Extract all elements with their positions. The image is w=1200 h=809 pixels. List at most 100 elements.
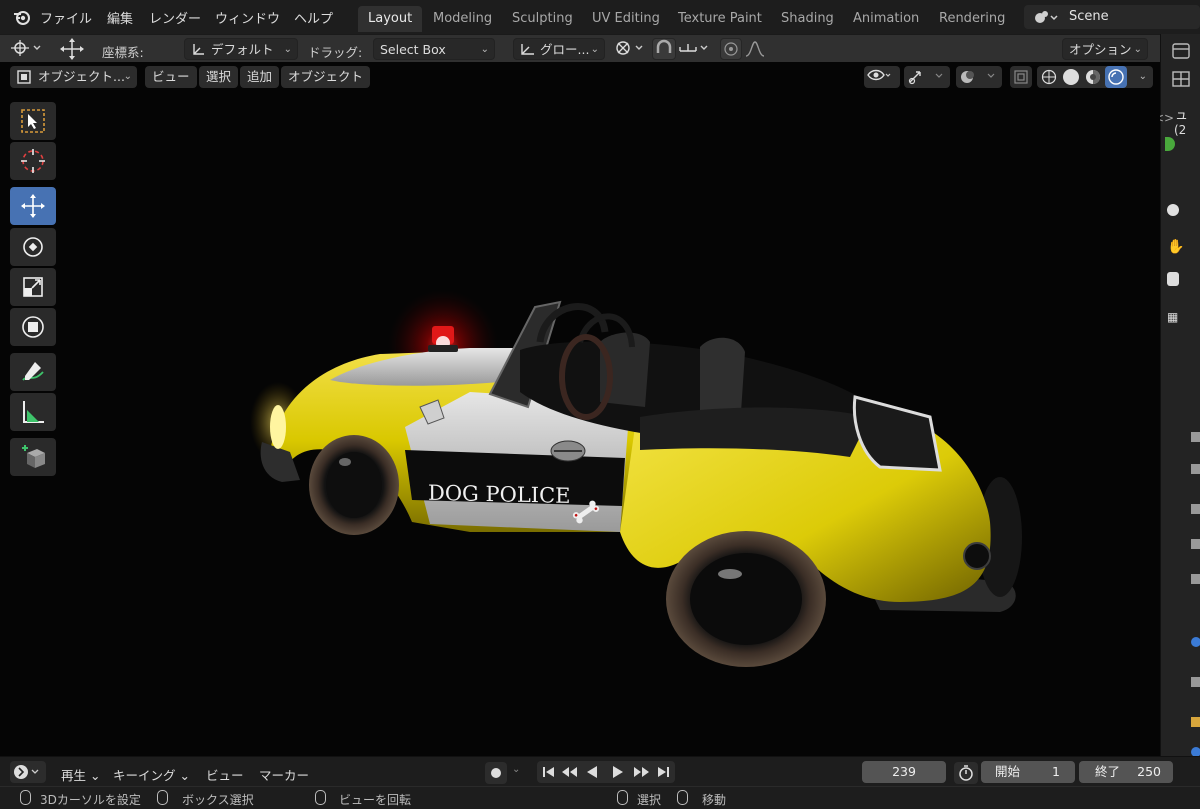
- properties-icon-6[interactable]: [1191, 637, 1200, 647]
- hand-icon[interactable]: ✋: [1167, 239, 1184, 255]
- camera-icon[interactable]: [1167, 272, 1179, 286]
- options-label: オプション: [1069, 42, 1132, 57]
- properties-icon-7[interactable]: [1191, 677, 1200, 687]
- object-menu[interactable]: オブジェクト: [281, 66, 371, 88]
- layout-icon[interactable]: [1171, 42, 1191, 64]
- view-menu[interactable]: ビュー: [145, 66, 197, 88]
- mode-dropdown[interactable]: オブジェクト... ⌄: [10, 66, 137, 88]
- select-menu[interactable]: 選択: [199, 66, 239, 88]
- timeline-view-menu[interactable]: ビュー: [206, 765, 244, 784]
- view-properties-icon[interactable]: [1167, 204, 1179, 216]
- status-rotate-view: ビューを回転: [339, 793, 412, 807]
- grid-icon[interactable]: [1171, 70, 1191, 92]
- tab-uv-editing[interactable]: UV Editing: [582, 6, 670, 32]
- drag-value: Select Box: [380, 42, 446, 57]
- annotate-tool[interactable]: [10, 353, 56, 391]
- xray-toggle-icon[interactable]: [1010, 66, 1032, 88]
- record-icon[interactable]: [485, 762, 507, 784]
- playback-menu[interactable]: 再生 ⌄: [61, 765, 100, 784]
- green-dot-icon: [1165, 137, 1175, 151]
- menu-edit[interactable]: 編集: [107, 8, 133, 27]
- chevron-down-icon: ⌄: [590, 44, 599, 55]
- scene-selector[interactable]: Scene: [1024, 5, 1200, 29]
- tab-shading[interactable]: Shading: [771, 6, 844, 32]
- pivot-dropdown[interactable]: グロー... ⌄: [513, 38, 605, 60]
- tab-animation[interactable]: Animation: [843, 6, 929, 32]
- menu-help[interactable]: ヘルプ: [294, 8, 333, 27]
- proportional-icon-dropdown[interactable]: [611, 38, 647, 60]
- tab-modeling[interactable]: Modeling: [423, 6, 502, 32]
- properties-icon-8[interactable]: [1191, 717, 1200, 727]
- pivot-value: グロー...: [540, 42, 590, 57]
- chevron-down-icon: ⌄: [480, 44, 489, 55]
- status-select: 選択: [637, 793, 662, 807]
- play-icon[interactable]: [613, 766, 623, 778]
- stopwatch-icon[interactable]: [954, 762, 978, 784]
- tab-rendering[interactable]: Rendering: [929, 6, 1015, 32]
- grid-ortho-icon[interactable]: ▦: [1167, 310, 1178, 324]
- properties-icon-2[interactable]: [1191, 464, 1200, 474]
- rotate-tool[interactable]: [10, 228, 56, 266]
- tab-texture-paint[interactable]: Texture Paint: [668, 6, 772, 32]
- visibility-eye-icon[interactable]: [864, 66, 900, 88]
- mouse-drag-icon: [677, 790, 688, 805]
- tab-layout[interactable]: Layout: [358, 6, 423, 32]
- record-options-chevron-icon[interactable]: ⌄: [512, 764, 520, 775]
- move-gizmo-icon[interactable]: [58, 37, 86, 65]
- end-frame-field[interactable]: 終了 250: [1079, 761, 1173, 783]
- orientation-dropdown[interactable]: デフォルト ⌄: [184, 38, 298, 60]
- wireframe-shading-icon[interactable]: [1041, 69, 1057, 92]
- outliner-partial-number: (2: [1174, 123, 1187, 137]
- keying-menu[interactable]: キーイング ⌄: [113, 765, 190, 784]
- chevron-down-icon: ⌄: [123, 71, 132, 82]
- playback-controls: [537, 761, 675, 783]
- editor-type-clock-icon[interactable]: [10, 761, 46, 783]
- proportional-edit-icon[interactable]: [720, 38, 742, 60]
- properties-icon-3[interactable]: [1191, 504, 1200, 514]
- add-cube-tool[interactable]: [10, 438, 56, 476]
- blender-logo-icon[interactable]: [12, 7, 32, 31]
- menu-render[interactable]: レンダー: [149, 8, 201, 27]
- properties-icon-4[interactable]: [1191, 539, 1200, 549]
- transform-tool[interactable]: [10, 308, 56, 346]
- next-keyframe-icon[interactable]: [634, 767, 649, 777]
- rendered-shading-icon[interactable]: [1105, 66, 1127, 88]
- transform-icon-dropdown[interactable]: [8, 38, 46, 60]
- orientation-label: 座標系:: [102, 45, 144, 60]
- drag-dropdown[interactable]: Select Box ⌄: [373, 38, 495, 60]
- start-frame-field[interactable]: 開始 1: [981, 761, 1075, 783]
- tab-sculpting[interactable]: Sculpting: [502, 6, 583, 32]
- marker-menu[interactable]: マーカー: [259, 765, 309, 784]
- menu-window[interactable]: ウィンドウ: [215, 8, 280, 27]
- add-menu[interactable]: 追加: [240, 66, 280, 88]
- options-dropdown[interactable]: オプション ⌄: [1062, 38, 1148, 60]
- properties-icon-5[interactable]: [1191, 574, 1200, 584]
- chevron-down-icon[interactable]: ⌄: [1139, 66, 1147, 88]
- mouse-left-drag-icon: [157, 790, 168, 805]
- menu-file[interactable]: ファイル: [40, 8, 92, 27]
- jump-start-icon[interactable]: [543, 767, 554, 777]
- play-reverse-icon[interactable]: [587, 766, 597, 778]
- timeline-header: 再生 ⌄ キーイング ⌄ ビュー マーカー ⌄ 239 開始 1 終了 250: [0, 756, 1200, 786]
- snap-magnet-icon[interactable]: [652, 38, 676, 60]
- overlays-icon[interactable]: [956, 66, 1002, 88]
- 3d-viewport[interactable]: DOG POLICE オブジェクト... ⌄ ビュー 選択 追加 オブジェクト …: [0, 62, 1160, 756]
- solid-shading-icon[interactable]: [1063, 69, 1079, 85]
- object-mode-icon: [16, 69, 32, 92]
- snap-target-icon-dropdown[interactable]: [677, 38, 713, 60]
- select-box-tool[interactable]: [10, 102, 56, 140]
- measure-tool[interactable]: [10, 393, 56, 431]
- right-sidebar-strip: <> ュ (2 ✋ ▦: [1154, 34, 1200, 757]
- prev-keyframe-icon[interactable]: [562, 767, 577, 777]
- falloff-curve-icon[interactable]: [745, 40, 765, 62]
- gizmo-toggle-icon[interactable]: [904, 66, 950, 88]
- current-frame-field[interactable]: 239: [862, 761, 946, 783]
- jump-end-icon[interactable]: [658, 767, 669, 777]
- move-tool[interactable]: [10, 187, 56, 225]
- material-shading-icon[interactable]: [1085, 69, 1101, 92]
- chevron-down-icon: ⌄: [283, 44, 292, 55]
- start-label: 開始: [995, 764, 1021, 779]
- scale-tool[interactable]: [10, 268, 56, 306]
- properties-icon-1[interactable]: [1191, 432, 1200, 442]
- cursor-tool[interactable]: [10, 142, 56, 180]
